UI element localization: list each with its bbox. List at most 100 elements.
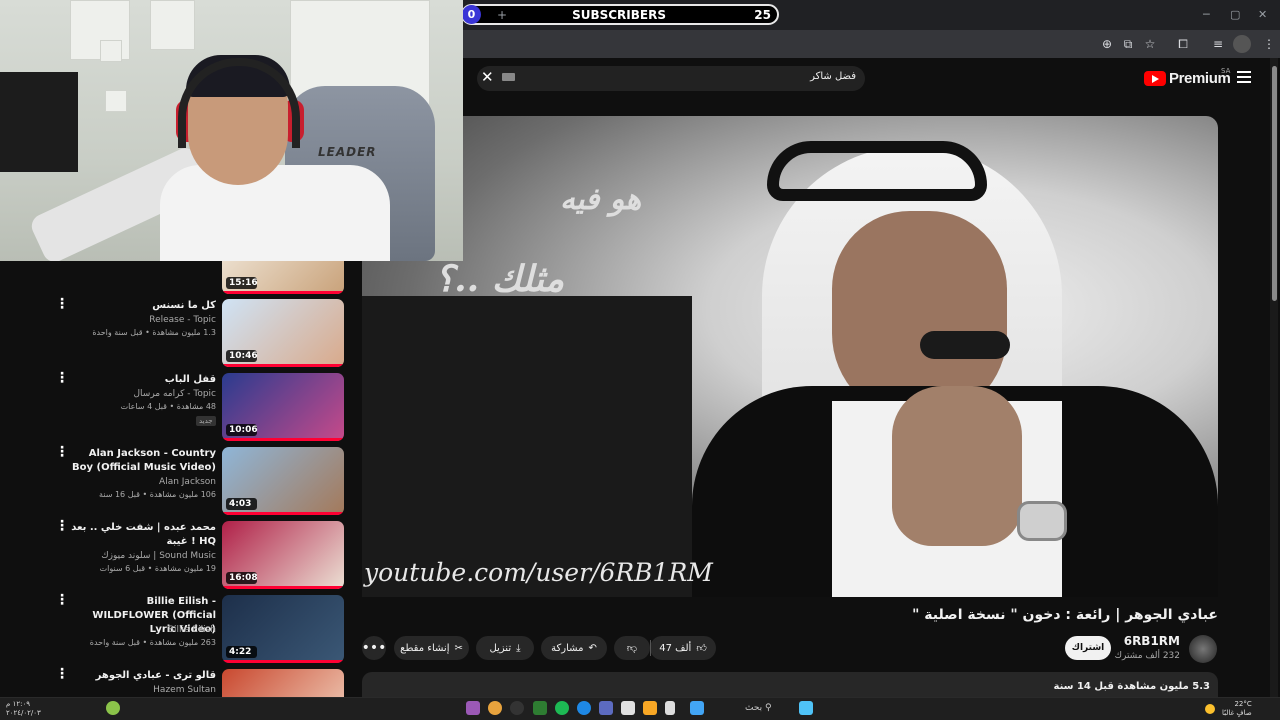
download-button[interactable]: تنزيل ⤓ <box>476 636 534 660</box>
thumbs-up-icon: 👍︎ <box>696 643 707 654</box>
watch-progress-bar <box>222 291 344 294</box>
description-stats: 5.3 مليون مشاهدة قبل 14 سنة <box>1053 681 1211 692</box>
terminal-icon[interactable] <box>533 701 547 715</box>
windows-start-icon[interactable] <box>799 701 813 715</box>
recommendation-channel[interactable]: Billie Eilish <box>70 625 216 635</box>
like-count: 47 ألف <box>659 642 692 654</box>
subscriber-counter-overlay: 0 + SUBSCRIBERS 25 <box>461 4 779 25</box>
recommendation-title[interactable]: قالو ترى - عبادي الجوهر <box>70 669 216 683</box>
notepad-icon[interactable] <box>665 701 675 715</box>
subscriber-label: SUBSCRIBERS <box>572 7 666 22</box>
store-icon[interactable] <box>621 701 635 715</box>
more-options-icon[interactable]: ⋮ <box>55 371 69 385</box>
channel-avatar[interactable] <box>1189 635 1217 663</box>
more-options-icon[interactable]: ⋮ <box>55 667 69 681</box>
recommendation-item[interactable]: 4:22 ⋮ Billie Eilish - WILDFLOWER (Officia… <box>0 593 345 665</box>
download-icon: ⤓ <box>516 642 521 654</box>
video-caption-line2: مثلك ..؟ <box>435 258 565 300</box>
clip-button[interactable]: إنشاء مقطع ✂ <box>394 636 469 660</box>
scrollbar-thumb[interactable] <box>1272 66 1277 301</box>
bookmark-star-icon[interactable]: ☆ <box>1141 35 1159 53</box>
minimize-icon[interactable]: ─ <box>1203 8 1210 21</box>
more-options-icon[interactable]: ⋮ <box>55 519 69 533</box>
scissors-icon: ✂ <box>454 642 463 654</box>
watch-progress-bar <box>222 660 344 663</box>
recommendation-meta: 106 مليون مشاهدة • قبل 16 سنة <box>99 490 216 499</box>
taskbar-search-label: بحث <box>745 703 763 713</box>
chrome-icon[interactable] <box>488 701 502 715</box>
weather-temp: 22°C <box>1234 700 1252 708</box>
recommendation-channel[interactable]: Hazem Sultan <box>70 685 216 695</box>
recommendation-channel[interactable]: Alan Jackson <box>70 477 216 487</box>
maximize-icon[interactable]: ▢ <box>1230 8 1240 21</box>
video-duration: 10:06 <box>226 424 258 436</box>
video-title: عبادي الجوهر | رائعة : دخون " نسخة اصلية… <box>912 607 1218 623</box>
plus-icon: + <box>497 7 508 22</box>
watch-progress-bar <box>222 438 344 441</box>
taskbar-search[interactable]: بحث ⚲ <box>745 703 772 713</box>
spotify-icon[interactable] <box>555 701 569 715</box>
video-player[interactable] <box>362 116 1218 597</box>
edge-icon[interactable] <box>577 701 591 715</box>
hamburger-menu-icon[interactable] <box>1237 71 1251 83</box>
youtube-play-icon <box>1144 71 1166 86</box>
tray-chevron-icon[interactable] <box>128 705 136 713</box>
video-duration: 16:08 <box>226 572 258 584</box>
video-duration: 10:46 <box>226 350 258 362</box>
keyboard-icon[interactable] <box>502 73 515 81</box>
recommendation-channel[interactable]: Release - Topic <box>70 315 216 325</box>
vscode-icon[interactable] <box>599 701 613 715</box>
download-label: تنزيل <box>489 642 512 654</box>
more-options-icon[interactable]: ⋮ <box>55 445 69 459</box>
channel-subscriber-count: 232 ألف مشترك <box>1114 651 1180 661</box>
taskbar-app-icon-1[interactable] <box>466 701 480 715</box>
input-language-icon[interactable] <box>70 704 78 712</box>
watch-progress-bar <box>222 364 344 367</box>
more-actions-button[interactable]: ••• <box>362 636 386 660</box>
thumbs-down-icon: 👎︎ <box>626 643 638 654</box>
browser-menu-icon[interactable]: ⋮ <box>1260 35 1278 53</box>
watch-progress-bar <box>222 586 344 589</box>
tray-app-icon[interactable] <box>106 701 120 715</box>
zoom-icon[interactable]: ⊕ <box>1098 35 1116 53</box>
channel-name[interactable]: 6RB1RM <box>1100 634 1180 648</box>
recommendation-channel[interactable]: كرامه مرسال - Topic <box>70 389 216 399</box>
recommendation-item[interactable]: 16:08 ⋮ محمد عبده | شفت خلي .. بعد غيبة ! … <box>0 519 345 591</box>
recommendation-meta: 48 مشاهدة • قبل 4 ساعات <box>120 402 216 411</box>
recommendation-item[interactable]: 10:46 ⋮ كل ما نسنس Release - Topic 1.3 مليون… <box>0 297 345 369</box>
profile-avatar-icon[interactable] <box>1233 35 1251 53</box>
weather-icon <box>1205 704 1215 714</box>
close-window-icon[interactable]: ✕ <box>1258 8 1267 21</box>
subscribe-button[interactable]: اشتراك <box>1065 636 1111 660</box>
more-options-icon[interactable]: ⋮ <box>55 297 69 311</box>
taskbar-app-icon-3[interactable] <box>510 701 524 715</box>
share-button[interactable]: مشاركة ↶ <box>541 636 607 660</box>
watch-progress-bar <box>222 512 344 515</box>
share-icon: ↶ <box>588 642 597 654</box>
recommendation-channel[interactable]: سلوند ميوزك | Sound Music <box>70 551 216 561</box>
recommendation-item[interactable]: 10:06 ⋮ قفل الباب كرامه مرسال - Topic 48 مشا… <box>0 371 345 443</box>
recommendation-title[interactable]: محمد عبده | شفت خلي .. بعد غيبة ! HQ <box>70 521 216 549</box>
taskbar-weather[interactable]: 22°C صافٍ غالبًا <box>1222 700 1252 718</box>
file-explorer-icon[interactable] <box>643 701 657 715</box>
recommendation-title[interactable]: Alan Jackson - Country Boy (Official Mus… <box>70 447 216 475</box>
youtube-premium-logo[interactable]: Premium SA <box>1144 67 1231 87</box>
media-control-icon[interactable]: ≡ <box>1209 35 1227 53</box>
taskbar-app-icon-11[interactable] <box>690 701 704 715</box>
recommendation-title[interactable]: كل ما نسنس <box>70 299 216 313</box>
dislike-button[interactable]: 👎︎ <box>614 636 650 660</box>
recommendation-title[interactable]: قفل الباب <box>70 373 216 387</box>
recommendation-meta: 263 مليون مشاهدة • قبل سنة واحدة <box>89 638 216 647</box>
video-caption-line1: هو فيه <box>560 182 642 217</box>
like-button[interactable]: 47 ألف 👍︎ <box>650 636 716 660</box>
recommendation-item[interactable]: 4:03 ⋮ Alan Jackson - Country Boy (Officia… <box>0 445 345 517</box>
taskbar-clock[interactable]: ١٢:٠٩ م ٢٠٢٤/٠٢/٠٣ <box>6 700 41 718</box>
more-options-icon[interactable]: ⋮ <box>55 593 69 607</box>
video-watermark: youtube.com/user/6RB1RM <box>364 558 713 587</box>
extensions-icon[interactable]: ⧠ <box>1174 35 1192 53</box>
install-app-icon[interactable]: ⧉ <box>1119 35 1137 53</box>
clock-time: ١٢:٠٩ م <box>6 700 30 708</box>
clear-search-icon[interactable]: ✕ <box>481 68 494 86</box>
windows-taskbar <box>0 697 1280 720</box>
search-query-text[interactable]: فضل شاكر <box>760 71 856 82</box>
